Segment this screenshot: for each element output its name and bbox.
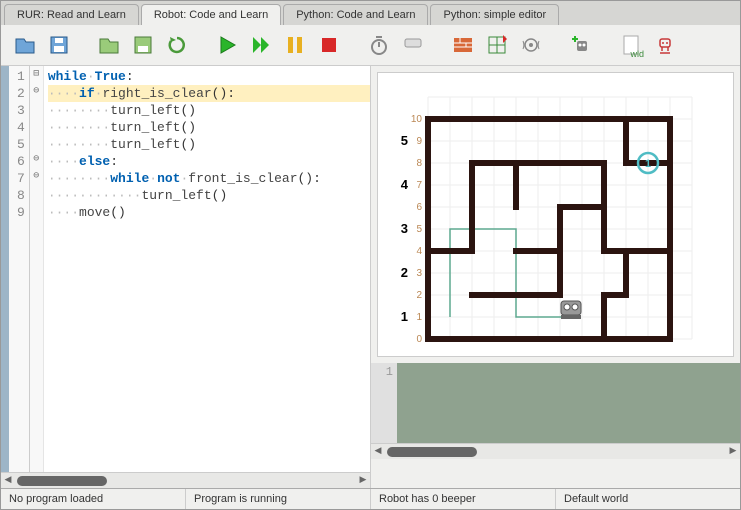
- scroll-right-icon[interactable]: ▶: [726, 445, 740, 459]
- tab-label: Python: simple editor: [443, 9, 546, 21]
- beeper-button[interactable]: [515, 29, 547, 61]
- line-numbers: 123456789: [9, 66, 30, 472]
- svg-text:3: 3: [401, 221, 408, 236]
- status-world: Default world: [556, 489, 740, 509]
- open-folder-button[interactable]: [93, 29, 125, 61]
- svg-text:1: 1: [401, 309, 408, 324]
- svg-text:1: 1: [416, 312, 422, 323]
- svg-text:0: 0: [416, 334, 422, 343]
- fold-gutter: ⊟⊖⊖⊖: [30, 66, 44, 472]
- status-program: No program loaded: [1, 489, 186, 509]
- svg-text:4: 4: [416, 246, 422, 257]
- svg-text:2: 2: [401, 265, 408, 280]
- tab-label: RUR: Read and Learn: [17, 9, 126, 21]
- resize-world-button[interactable]: [481, 29, 513, 61]
- tab-robot[interactable]: Robot: Code and Learn: [141, 4, 281, 25]
- code-body[interactable]: while·True:····if·right_is_clear():·····…: [44, 66, 370, 472]
- tab-python-editor[interactable]: Python: simple editor: [430, 4, 559, 25]
- scroll-thumb[interactable]: [387, 447, 477, 457]
- pause-button[interactable]: [279, 29, 311, 61]
- open-file-button[interactable]: [9, 29, 41, 61]
- save-green-button[interactable]: [127, 29, 159, 61]
- status-running: Program is running: [186, 489, 371, 509]
- svg-text:9: 9: [416, 136, 422, 147]
- output-area: 1: [371, 363, 740, 443]
- refresh-button[interactable]: [161, 29, 193, 61]
- svg-text:2: 2: [416, 290, 422, 301]
- svg-text:8: 8: [416, 158, 422, 169]
- tabs: RUR: Read and Learn Robot: Code and Lear…: [1, 1, 740, 25]
- robot-icon-button[interactable]: [649, 29, 681, 61]
- scroll-right-icon[interactable]: ▶: [356, 474, 370, 488]
- svg-text:6: 6: [416, 202, 422, 213]
- world-file-button[interactable]: wld: [615, 29, 647, 61]
- world-scrollbar[interactable]: ◀ ▶: [371, 443, 740, 459]
- svg-text:10: 10: [411, 114, 423, 125]
- editor-scrollbar[interactable]: ◀ ▶: [1, 472, 370, 488]
- tab-python-learn[interactable]: Python: Code and Learn: [283, 4, 428, 25]
- output-body[interactable]: [397, 363, 740, 443]
- wall-button[interactable]: [447, 29, 479, 61]
- stop-button[interactable]: [313, 29, 345, 61]
- toolbar: wld: [1, 25, 740, 66]
- tab-label: Python: Code and Learn: [296, 9, 415, 21]
- tab-rur[interactable]: RUR: Read and Learn: [4, 4, 139, 25]
- scroll-left-icon[interactable]: ◀: [1, 474, 15, 488]
- tab-label: Robot: Code and Learn: [154, 9, 268, 21]
- editor-margin: [1, 66, 9, 472]
- status-beepers: Robot has 0 beeper: [371, 489, 556, 509]
- code-editor[interactable]: 123456789 ⊟⊖⊖⊖ while·True:····if·right_i…: [1, 66, 370, 472]
- run-button[interactable]: [211, 29, 243, 61]
- world-canvas[interactable]: 01234567891011012345678910123456123451: [388, 83, 708, 343]
- timer-button[interactable]: [363, 29, 395, 61]
- toggle-button[interactable]: [397, 29, 429, 61]
- world-view: 01234567891011012345678910123456123451: [377, 72, 734, 357]
- svg-text:4: 4: [401, 177, 409, 192]
- step-button[interactable]: [245, 29, 277, 61]
- scroll-left-icon[interactable]: ◀: [371, 445, 385, 459]
- output-line-number: 1: [371, 365, 393, 379]
- statusbar: No program loaded Program is running Rob…: [1, 488, 740, 509]
- svg-text:5: 5: [416, 224, 422, 235]
- save-file-button[interactable]: [43, 29, 75, 61]
- add-robot-button[interactable]: [565, 29, 597, 61]
- svg-text:5: 5: [401, 133, 408, 148]
- wld-label: wld: [630, 49, 644, 59]
- output-gutter: 1: [371, 363, 397, 443]
- svg-text:3: 3: [416, 268, 422, 279]
- svg-text:1: 1: [645, 158, 651, 170]
- svg-text:7: 7: [416, 180, 422, 191]
- scroll-thumb[interactable]: [17, 476, 107, 486]
